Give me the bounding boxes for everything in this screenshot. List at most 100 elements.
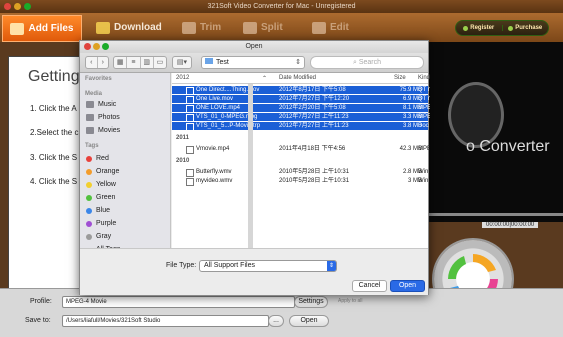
search-field[interactable]: ⌕ Search — [310, 56, 424, 69]
preview-logo-text: o Converter — [466, 138, 550, 155]
main-toolbar: Add Files Download Trim Split Edit Regis… — [0, 13, 563, 42]
sidebar-tag-2[interactable]: Yellow — [86, 181, 116, 188]
column-size[interactable]: Size — [394, 75, 406, 81]
file-icon — [186, 87, 194, 95]
view-mode-buttons[interactable]: ▦ ≡ ▥ ▭ — [113, 56, 167, 69]
column-kind[interactable]: Kind — [418, 75, 430, 81]
dialog-close-icon[interactable] — [84, 43, 91, 50]
tag-dot-icon — [86, 207, 92, 214]
register-button[interactable]: Register — [456, 25, 502, 31]
list-view-icon[interactable]: ≡ — [126, 57, 139, 68]
file-date: 2012年7月27日 上午11:23 — [279, 123, 349, 129]
sidebar-item-music[interactable]: Music — [86, 101, 116, 108]
file-name: myvideo.wmv — [196, 178, 233, 184]
forward-icon[interactable]: › — [96, 57, 109, 68]
sidebar-tag-5[interactable]: Purple — [86, 220, 116, 227]
dialog-zoom-icon[interactable] — [102, 43, 109, 50]
column-date[interactable]: Date Modified — [279, 75, 316, 81]
edit-icon — [312, 21, 326, 34]
sidebar-scrollbar[interactable] — [248, 84, 253, 256]
music-icon — [86, 101, 94, 108]
preview-time: 00:00:00|00:00:00 — [482, 222, 539, 228]
zoom-window-icon[interactable] — [24, 3, 31, 10]
profile-label: Profile: — [30, 298, 52, 305]
file-date: 2012年7月27日 上午11:23 — [279, 114, 349, 120]
file-row[interactable]: One Live.mov 2012年7月27日 下午12:20 6.9 MB QT n — [172, 95, 430, 104]
back-icon[interactable]: ‹ — [86, 57, 97, 68]
file-name: ONE LOVE.mp4 — [196, 105, 241, 111]
camera-icon — [86, 114, 94, 121]
apply-to-all-checkbox[interactable]: Apply to all — [338, 298, 362, 304]
dialog-minimize-icon[interactable] — [93, 43, 100, 50]
column-view-icon[interactable]: ▥ — [139, 57, 153, 68]
file-kind: Doc — [418, 123, 429, 129]
file-row[interactable]: VTS_01_0-MPEG.mpg 2012年7月27日 上午11:23 3.3 M… — [172, 113, 430, 122]
back-forward-buttons[interactable]: ‹ › — [85, 56, 109, 69]
tag-dot-icon — [86, 220, 92, 227]
column-name[interactable]: 2012 — [176, 75, 189, 81]
file-size: 3.8 MB — [402, 123, 422, 129]
cover-flow-icon[interactable]: ▭ — [152, 57, 166, 68]
tag-dot-icon — [86, 168, 92, 175]
browse-button[interactable]: ... — [268, 315, 284, 327]
purchase-button[interactable]: Purchase — [501, 25, 549, 31]
sidebar-tag-3[interactable]: Green — [86, 194, 115, 201]
file-name: VTS_01_5...P-Movie.trp — [196, 123, 261, 129]
settings-button[interactable]: Settings — [294, 296, 328, 308]
file-kind: MPE — [418, 114, 430, 120]
tag-dot-icon — [86, 233, 92, 240]
arrange-icon: ▤▾ — [176, 59, 188, 66]
split-button[interactable]: Split — [243, 15, 283, 40]
save-to-label: Save to: — [25, 317, 51, 324]
add-files-button[interactable]: Add Files — [2, 15, 82, 42]
file-name: Butterfly.wmv — [196, 169, 232, 175]
file-row[interactable]: ONE LOVE.mp4 2012年2月20日 下午5:08 8.1 MB MPE — [172, 104, 430, 113]
file-icon — [186, 114, 194, 122]
edit-button[interactable]: Edit — [312, 15, 349, 40]
file-row[interactable]: VTS_01_5...P-Movie.trp 2012年7月27日 上午11:23… — [172, 122, 429, 131]
file-size: 3 MB — [407, 178, 422, 184]
tag-dot-icon — [86, 194, 92, 201]
file-date: 2012年7月27日 下午12:20 — [279, 96, 350, 102]
open-folder-button[interactable]: Open — [289, 315, 329, 327]
sort-arrow-icon: ⌃ — [262, 76, 268, 82]
file-row[interactable]: One Direct....Thing.mov 2012年8月17日 下午5:08… — [172, 86, 430, 95]
close-window-icon[interactable] — [4, 3, 11, 10]
sidebar-tag-6[interactable]: Gray — [86, 233, 111, 240]
preview-progress-bar[interactable] — [428, 213, 563, 216]
file-size: 42.3 MB — [399, 146, 422, 152]
file-list: 2012 ⌃ Date Modified Size Kind One Direc… — [172, 73, 430, 248]
sidebar-item-photos[interactable]: Photos — [86, 114, 120, 121]
save-to-path[interactable]: /Users/liafull/Movies/321Soft Studio — [62, 315, 269, 327]
file-row[interactable]: Butterfly.wmv 2010年5月28日 上午10:31 2.8 MB Win — [172, 168, 428, 177]
scissors-icon — [182, 21, 196, 34]
file-kind: QT n — [418, 96, 430, 102]
path-popup[interactable]: Test ⇕ — [201, 56, 305, 69]
sidebar-tag-4[interactable]: Blue — [86, 207, 110, 214]
profile-select[interactable]: MPEG-4 Movie — [62, 296, 295, 308]
film-icon — [86, 127, 94, 134]
file-name: One Live.mov — [196, 96, 234, 102]
cart-icon — [508, 25, 514, 31]
icon-view-icon[interactable]: ▦ — [114, 57, 126, 68]
sidebar-item-movies[interactable]: Movies — [86, 127, 120, 134]
sidebar-tag-1[interactable]: Orange — [86, 168, 119, 175]
file-icon — [186, 105, 194, 113]
sidebar-tag-0[interactable]: Red — [86, 155, 109, 162]
step-4: 4. Click the S — [30, 177, 78, 186]
download-icon — [96, 21, 110, 34]
folder-add-icon — [10, 22, 25, 35]
minimize-window-icon[interactable] — [14, 3, 21, 10]
file-type-select[interactable]: All Support Files ⇕ — [199, 260, 337, 272]
arrange-button[interactable]: ▤▾ — [172, 56, 192, 69]
open-button[interactable]: Open — [390, 280, 425, 292]
window-title: 321Soft Video Converter for Mac - Unregi… — [207, 3, 356, 10]
file-name: VTS_01_0-MPEG.mpg — [196, 114, 258, 120]
file-type-label: File Type: — [166, 262, 197, 269]
file-row[interactable]: Vmovie.mp4 2011年4月18日 下午4:56 42.3 MB MPE — [172, 145, 430, 154]
popup-arrow-icon: ⇕ — [295, 59, 301, 66]
download-button[interactable]: Download — [96, 15, 162, 40]
trim-button[interactable]: Trim — [182, 15, 221, 40]
cancel-button[interactable]: Cancel — [352, 280, 387, 292]
file-row[interactable]: myvideo.wmv 2010年5月28日 上午10:31 3 MB Win — [172, 177, 428, 186]
